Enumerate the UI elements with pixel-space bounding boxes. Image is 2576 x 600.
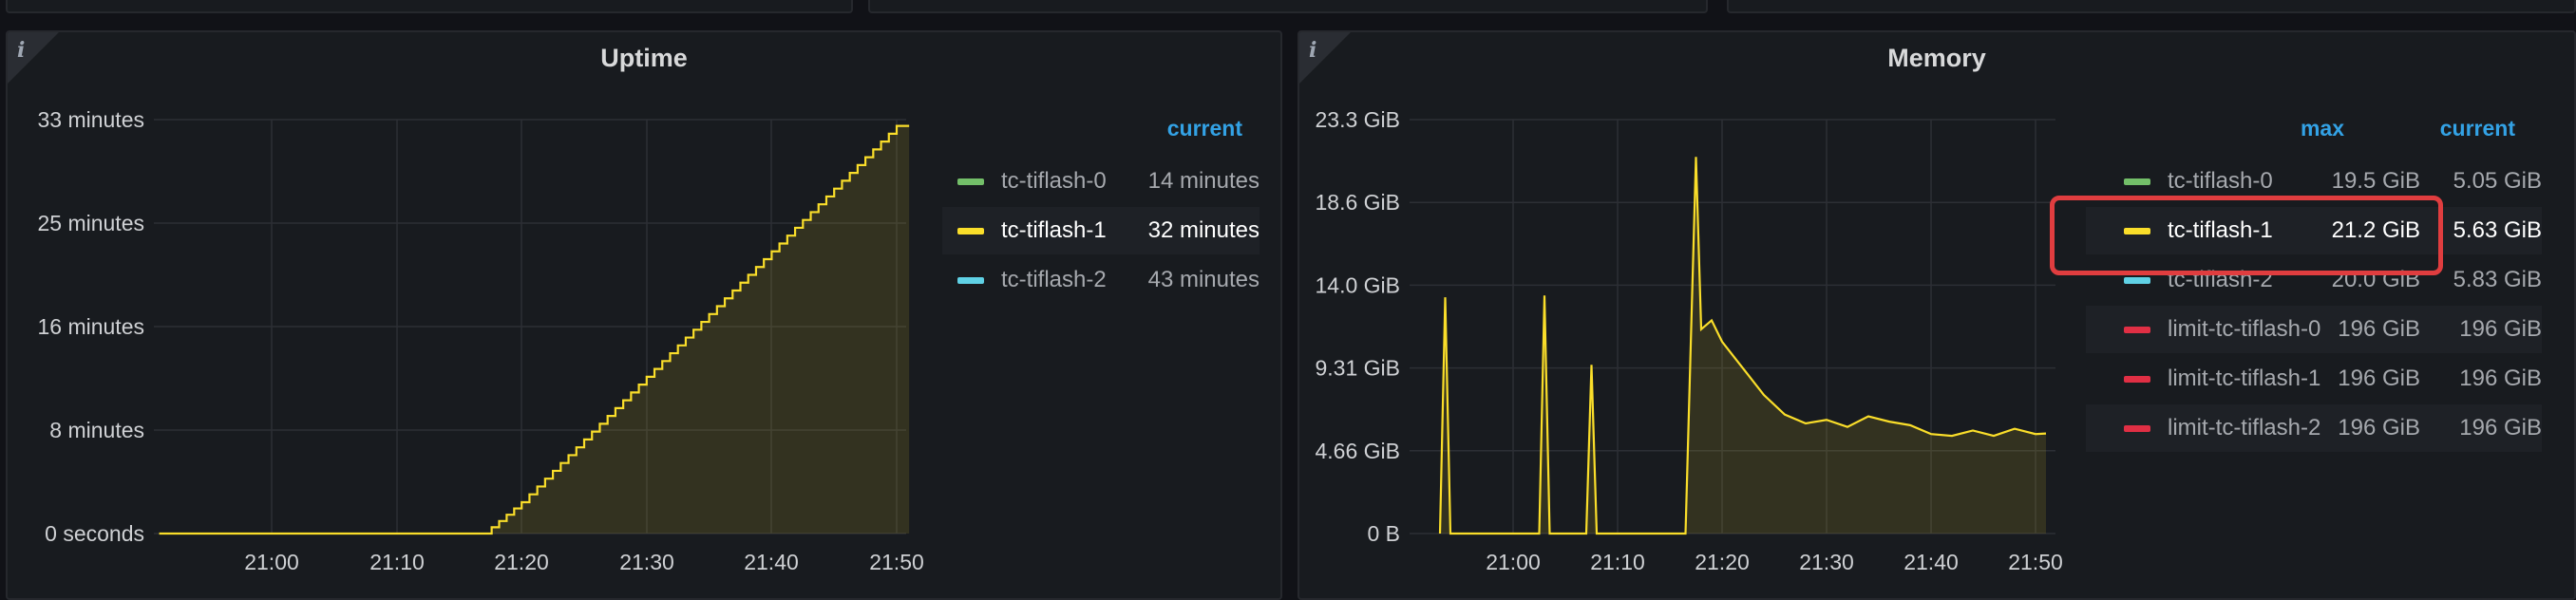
- legend-row-limit-tc-tiflash-1[interactable]: limit-tc-tiflash-1 196 GiB 196 GiB: [2086, 355, 2542, 403]
- series-name: tc-tiflash-2: [1001, 267, 1107, 292]
- series-current-value: 43 minutes: [1147, 267, 1260, 292]
- series-current-value: 32 minutes: [1147, 217, 1260, 243]
- series-color-swatch: [2124, 425, 2150, 432]
- series-name: limit-tc-tiflash-2: [2168, 415, 2321, 441]
- series-name: tc-tiflash-0: [1001, 168, 1107, 194]
- series-name: limit-tc-tiflash-1: [2168, 366, 2321, 391]
- series-color-swatch: [957, 277, 984, 284]
- series-color-swatch: [2124, 376, 2150, 383]
- legend-row-tc-tiflash-2[interactable]: tc-tiflash-2 43 minutes: [942, 256, 1260, 304]
- series-current-value: 5.05 GiB: [2453, 168, 2542, 194]
- series-name: tc-tiflash-1: [1001, 217, 1107, 243]
- series-current-value: 14 minutes: [1147, 168, 1260, 194]
- legend-row-tc-tiflash-1[interactable]: tc-tiflash-1 32 minutes: [942, 207, 1260, 254]
- legend-header-max[interactable]: max: [2249, 116, 2344, 141]
- legend-row-limit-tc-tiflash-0[interactable]: limit-tc-tiflash-0 196 GiB 196 GiB: [2086, 306, 2542, 353]
- series-color-swatch: [957, 178, 984, 185]
- legend-row-tc-tiflash-0[interactable]: tc-tiflash-0 14 minutes: [942, 158, 1260, 205]
- series-name: limit-tc-tiflash-0: [2168, 316, 2321, 342]
- legend-header-current[interactable]: current: [2401, 116, 2515, 141]
- series-max-value: 196 GiB: [2338, 415, 2420, 441]
- series-current-value: 5.63 GiB: [2453, 217, 2542, 243]
- series-color-swatch: [957, 228, 984, 234]
- legend-header-current[interactable]: current: [1128, 116, 1242, 141]
- uptime-legend: current tc-tiflash-0 14 minutes tc-tifla…: [8, 32, 1280, 598]
- panel-stub-right: [1727, 0, 2576, 13]
- series-current-value: 196 GiB: [2459, 366, 2542, 391]
- highlight-annotation-box: [2050, 196, 2443, 275]
- panel-stub-left: [6, 0, 853, 13]
- memory-panel[interactable]: i Memory 0 B 4.66 GiB 9.31 GiB 14.0 GiB 18.6…: [1297, 30, 2576, 600]
- series-color-swatch: [2124, 178, 2150, 185]
- series-current-value: 196 GiB: [2459, 316, 2542, 342]
- memory-legend: max current tc-tiflash-0 19.5 GiB 5.05 G…: [1299, 32, 2574, 598]
- series-color-swatch: [2124, 277, 2150, 284]
- series-max-value: 196 GiB: [2338, 316, 2420, 342]
- series-current-value: 196 GiB: [2459, 415, 2542, 441]
- legend-row-limit-tc-tiflash-2[interactable]: limit-tc-tiflash-2 196 GiB 196 GiB: [2086, 404, 2542, 452]
- panel-stub-middle: [868, 0, 1708, 13]
- series-color-swatch: [2124, 327, 2150, 333]
- series-max-value: 196 GiB: [2338, 366, 2420, 391]
- uptime-panel[interactable]: i Uptime 0 seconds 8 minutes 16 minutes 25 …: [6, 30, 1282, 600]
- series-current-value: 5.83 GiB: [2453, 267, 2542, 292]
